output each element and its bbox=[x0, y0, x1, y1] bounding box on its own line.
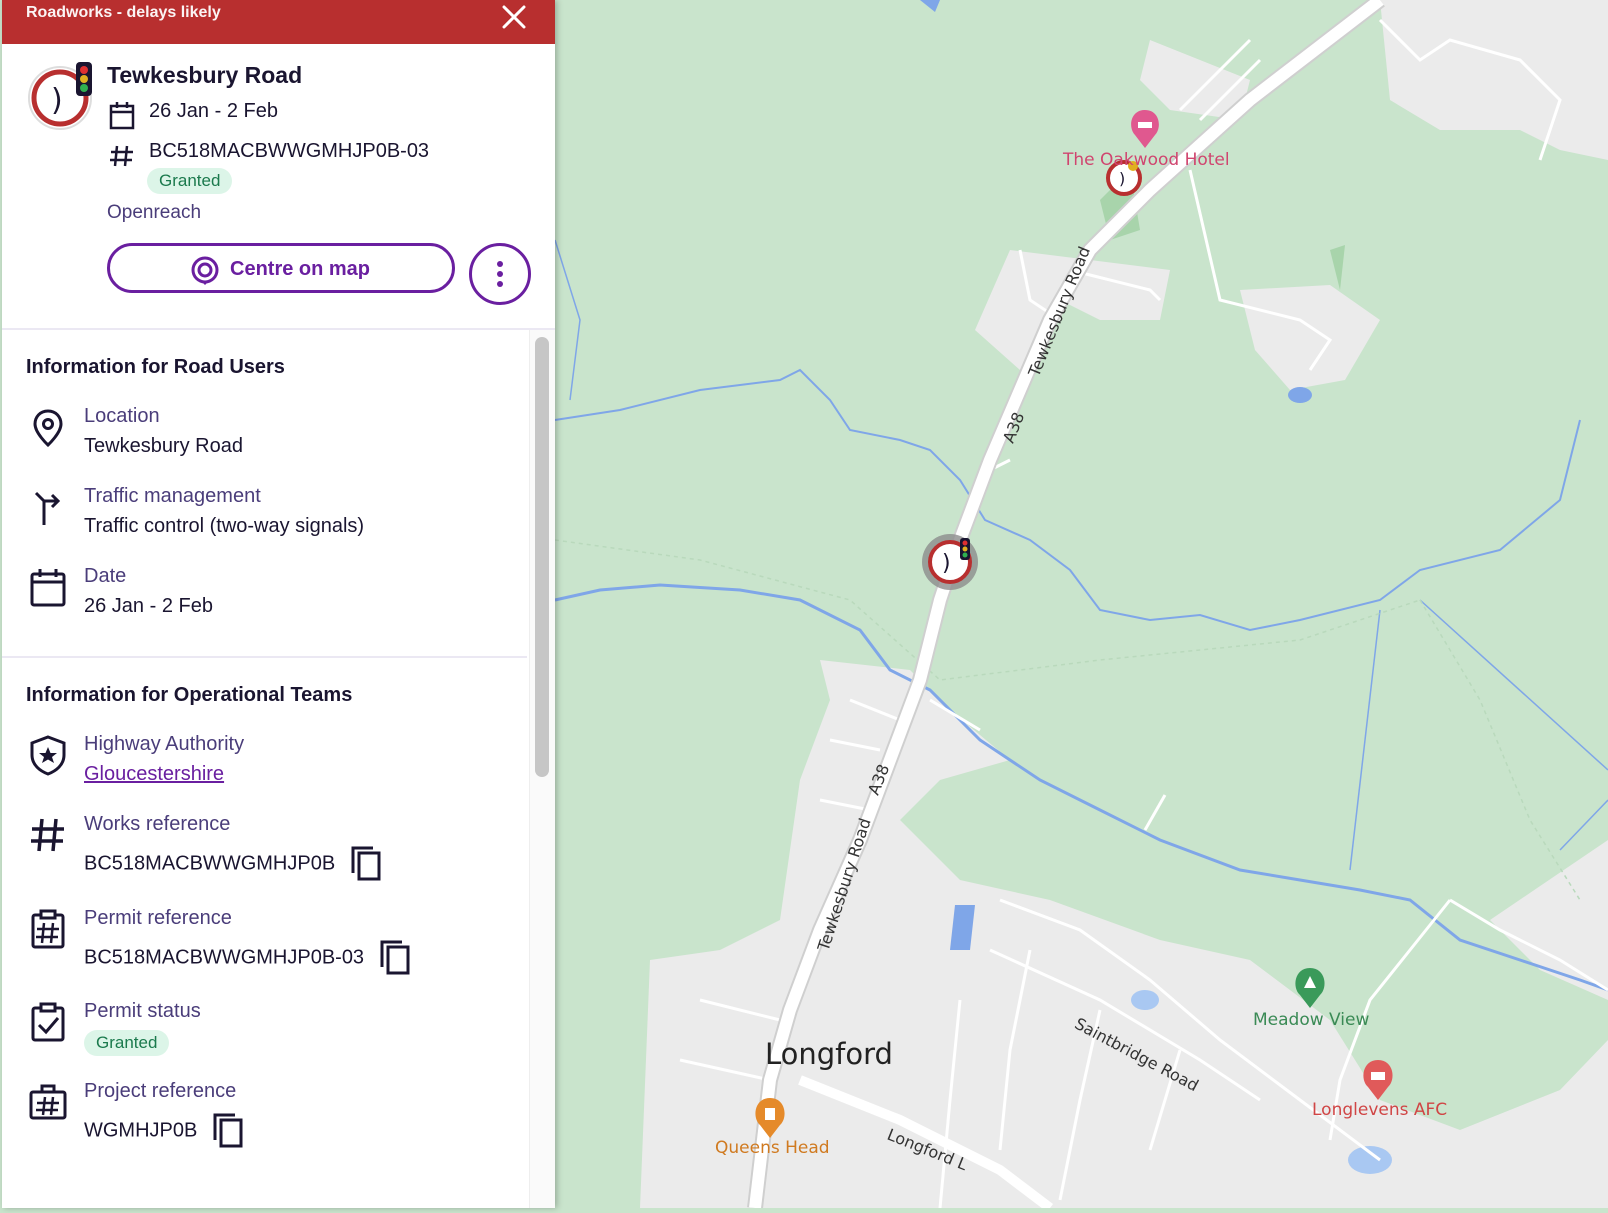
target-icon bbox=[191, 256, 219, 285]
summary-permit-row: BC518MACBWWGMHJP0B-03 bbox=[107, 140, 507, 170]
poi-label-meadow-view[interactable]: Meadow View bbox=[1253, 1010, 1369, 1030]
shield-star-icon bbox=[30, 735, 66, 776]
traffic-management-label: Traffic management bbox=[84, 485, 261, 507]
permit-reference-value: BC518MACBWWGMHJP0B-03 bbox=[84, 946, 365, 969]
permit-status-wrap: Granted bbox=[84, 1030, 170, 1056]
location-item: Location Tewkesbury Road bbox=[2, 405, 527, 465]
copy-icon[interactable] bbox=[378, 939, 412, 977]
more-vertical-icon bbox=[497, 261, 503, 287]
traffic-management-value: Traffic control (two-way signals) bbox=[84, 515, 365, 537]
permit-status-item: Permit status Granted bbox=[2, 1000, 527, 1060]
works-reference-label: Works reference bbox=[84, 813, 231, 835]
hotel-label[interactable]: The Oakwood Hotel bbox=[1063, 150, 1230, 170]
promoter-name: Openreach bbox=[107, 202, 202, 223]
project-reference-item: Project reference WGMHJP0B bbox=[2, 1080, 527, 1148]
severity-header: Roadworks - delays likely bbox=[2, 0, 555, 44]
svg-text:): ) bbox=[51, 83, 63, 118]
briefcase-hash-icon bbox=[29, 1084, 67, 1120]
highway-authority-label: Highway Authority bbox=[84, 733, 245, 755]
clipboard-check-icon bbox=[31, 1002, 65, 1042]
project-reference-row: WGMHJP0B bbox=[84, 1112, 245, 1150]
works-reference-row: BC518MACBWWGMHJP0B bbox=[84, 845, 383, 883]
roadworks-signals-icon: ) bbox=[28, 62, 92, 130]
poi-label-queens-head[interactable]: Queens Head bbox=[715, 1138, 830, 1158]
centre-on-map-label: Centre on map bbox=[230, 258, 371, 280]
roadworks-marker-selected: ) bbox=[922, 534, 978, 590]
roadworks-detail-panel: Roadworks - delays likely ) Tewkesbury R… bbox=[2, 0, 555, 1208]
location-value: Tewkesbury Road bbox=[84, 435, 243, 457]
project-reference-value: WGMHJP0B bbox=[84, 1119, 198, 1142]
works-title: Tewkesbury Road bbox=[107, 62, 303, 88]
works-reference-value: BC518MACBWWGMHJP0B bbox=[84, 852, 336, 875]
calendar-icon bbox=[30, 569, 66, 607]
status-badge: Granted bbox=[147, 168, 233, 194]
divider bbox=[2, 328, 555, 330]
close-icon[interactable] bbox=[499, 2, 529, 32]
summary-date: 26 Jan - 2 Feb bbox=[149, 100, 278, 122]
copy-icon[interactable] bbox=[349, 845, 383, 883]
works-reference-item: Works reference BC518MACBWWGMHJP0B bbox=[2, 813, 527, 881]
scrollbar[interactable] bbox=[535, 337, 549, 777]
permit-reference-item: Permit reference BC518MACBWWGMHJP0B-03 bbox=[2, 907, 527, 975]
hash-icon bbox=[110, 145, 133, 167]
project-reference-label: Project reference bbox=[84, 1080, 237, 1102]
clipboard-hash-icon bbox=[31, 909, 65, 949]
severity-header-title: Roadworks - delays likely bbox=[26, 4, 221, 21]
calendar-icon bbox=[109, 102, 135, 130]
summary-status-badge-wrap: Granted bbox=[147, 168, 233, 194]
summary-permit-id: BC518MACBWWGMHJP0B-03 bbox=[149, 140, 430, 162]
summary-date-row: 26 Jan - 2 Feb bbox=[107, 100, 407, 130]
date-value: 26 Jan - 2 Feb bbox=[84, 595, 213, 617]
date-item: Date 26 Jan - 2 Feb bbox=[2, 565, 527, 625]
traffic-management-item: Traffic management Traffic control (two-… bbox=[2, 485, 527, 545]
date-label: Date bbox=[84, 565, 127, 587]
svg-text:): ) bbox=[942, 551, 951, 576]
operational-heading: Information for Operational Teams bbox=[26, 684, 353, 706]
permit-reference-row: BC518MACBWWGMHJP0B-03 bbox=[84, 939, 412, 977]
divider bbox=[2, 656, 527, 658]
highway-authority-item: Highway Authority Gloucestershire bbox=[2, 733, 527, 793]
location-pin-icon bbox=[33, 409, 63, 448]
more-options-button[interactable] bbox=[469, 243, 531, 305]
svg-text:): ) bbox=[1119, 169, 1125, 188]
traffic-management-icon bbox=[34, 491, 61, 525]
hash-icon bbox=[31, 818, 64, 852]
permit-reference-label: Permit reference bbox=[84, 907, 232, 929]
centre-on-map-button[interactable]: Centre on map bbox=[107, 243, 455, 293]
permit-status-label: Permit status bbox=[84, 1000, 201, 1022]
place-label-longford: Longford bbox=[765, 1037, 893, 1071]
highway-authority-link[interactable]: Gloucestershire bbox=[84, 763, 224, 786]
location-label: Location bbox=[84, 405, 160, 427]
poi-label-longlevens[interactable]: Longlevens AFC bbox=[1312, 1100, 1447, 1120]
status-badge: Granted bbox=[84, 1030, 170, 1056]
road-users-heading: Information for Road Users bbox=[26, 356, 285, 378]
copy-icon[interactable] bbox=[211, 1112, 245, 1150]
